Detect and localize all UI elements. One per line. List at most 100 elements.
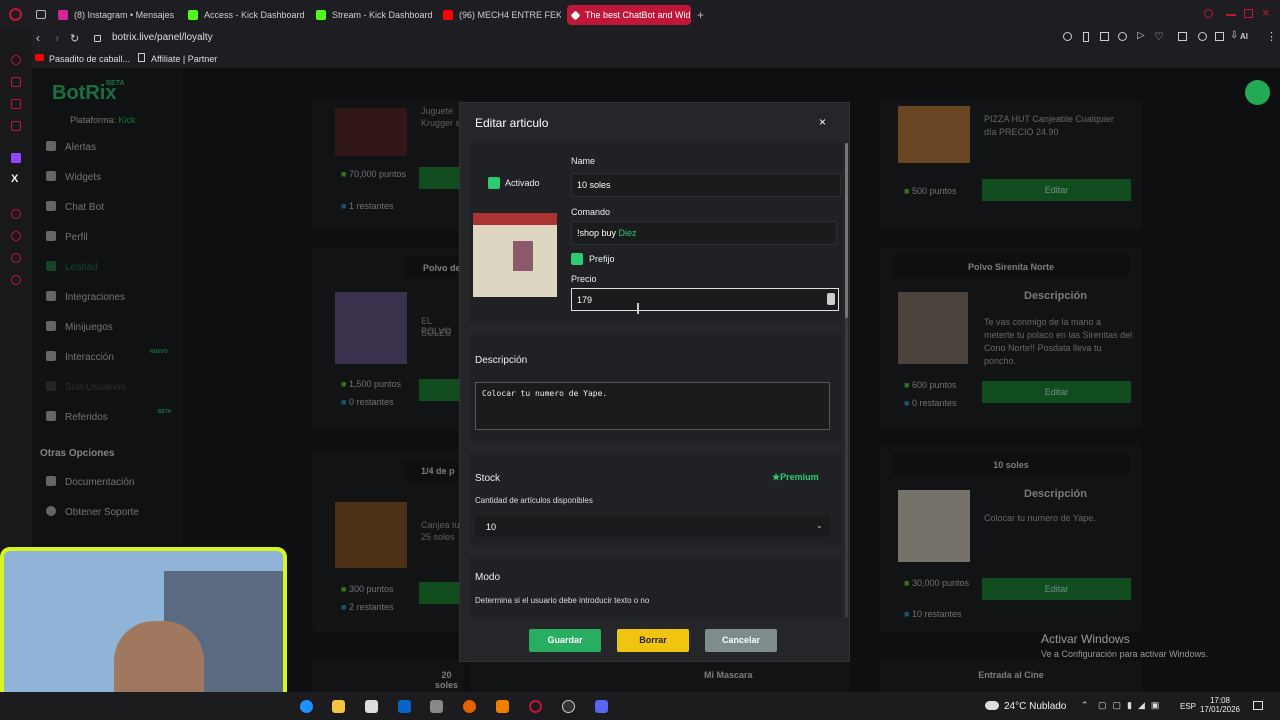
snapshot-icon[interactable]	[1100, 32, 1109, 41]
back-icon[interactable]: ‹	[36, 31, 40, 45]
vlc-icon[interactable]	[496, 700, 509, 713]
save-button[interactable]: Guardar	[529, 629, 601, 652]
adblock-icon[interactable]	[1118, 32, 1127, 41]
messenger-icon[interactable]	[11, 99, 21, 109]
chevron-down-icon: ⌄	[816, 521, 823, 530]
stock-hint: Cantidad de artículos disponibles	[475, 496, 593, 505]
store-icon[interactable]	[365, 700, 378, 713]
discord-icon[interactable]	[595, 700, 608, 713]
screenshot-icon[interactable]	[1215, 32, 1224, 41]
activado-checkbox[interactable]	[488, 177, 500, 189]
bookmark-sidebar-icon[interactable]	[11, 253, 21, 263]
minimize-button[interactable]	[1226, 14, 1236, 16]
kick-icon	[316, 10, 326, 20]
windows-taskbar: 24°C Nublado ⌃ ▢▢▮◢▣ ESP 17:08 17/01/202…	[0, 692, 1280, 720]
clock[interactable]: 17:08 17/01/2026	[1198, 696, 1242, 714]
zoom-icon[interactable]	[1063, 32, 1072, 41]
share-icon[interactable]	[1198, 32, 1207, 41]
download-icon[interactable]: ⇩	[1230, 30, 1238, 41]
delete-button[interactable]: Borrar	[617, 629, 689, 652]
bookmark-affiliate[interactable]: Affiliate | Partner	[151, 54, 217, 64]
bookmarks-bar: Pasadito de caball... Affiliate | Partne…	[0, 50, 1280, 68]
modal-scrollbar-thumb[interactable]	[845, 143, 848, 318]
name-input[interactable]: 10 soles	[571, 173, 841, 197]
address-bar-row: ‹ › ↻ botrix.live/panel/loyalty ▷ ♡ ⇩ AI…	[0, 29, 1280, 50]
modo-hint: Determina si el usuario debe introducir …	[475, 596, 650, 605]
outlook-icon[interactable]	[398, 700, 411, 713]
aria-icon[interactable]	[11, 77, 21, 87]
number-stepper-icon[interactable]	[827, 293, 835, 305]
youtube-icon	[443, 10, 453, 20]
bookmark-pasadito[interactable]: Pasadito de caball...	[49, 54, 130, 64]
lock-icon	[94, 35, 101, 42]
weather-icon	[985, 701, 999, 710]
tray-chevron-icon[interactable]: ⌃	[1081, 700, 1089, 711]
stock-select[interactable]: 10	[475, 515, 830, 537]
prefijo-checkbox[interactable]	[571, 253, 583, 265]
modal-title: Editar articulo	[475, 116, 549, 130]
comando-label: Comando	[571, 207, 611, 217]
workspace-icon[interactable]	[36, 10, 46, 19]
premium-badge[interactable]: ★Premium	[772, 472, 819, 483]
player-icon[interactable]	[11, 209, 21, 219]
pin-icon[interactable]	[1083, 32, 1089, 42]
kick-icon	[188, 10, 198, 20]
instagram-icon	[58, 10, 68, 20]
tab-botrix[interactable]: The best ChatBot and Wid	[567, 5, 691, 25]
stock-label: Stock	[475, 473, 501, 484]
user-avatar[interactable]	[1245, 80, 1270, 105]
url-field[interactable]: botrix.live/panel/loyalty	[112, 32, 213, 43]
bookmark-youtube-icon	[35, 54, 44, 61]
mode-section	[469, 557, 842, 617]
tab-youtube[interactable]: (96) MECH4 ENTRE FEKA	[441, 5, 561, 25]
language-indicator[interactable]: ESP	[1180, 702, 1196, 711]
obs-icon[interactable]	[562, 700, 575, 713]
x-twitter-icon[interactable]: X	[11, 173, 18, 185]
precio-label: Precio	[571, 274, 597, 284]
browser-tab-bar: (8) Instagram • Mensajes Access - Kick D…	[0, 0, 1280, 29]
twitch-icon[interactable]	[11, 153, 21, 163]
cancel-button[interactable]: Cancelar	[705, 629, 777, 652]
bookmark-doc-icon	[138, 53, 145, 62]
banknote-image	[473, 213, 557, 225]
botrix-tab-icon	[570, 10, 581, 21]
opera-icon[interactable]	[11, 55, 21, 65]
tab-stream-kick[interactable]: Stream - Kick Dashboard	[314, 5, 434, 25]
name-label: Name	[571, 156, 596, 166]
descripcion-textarea[interactable]: Colocar tu numero de Yape.	[475, 382, 830, 430]
descripcion-label: Descripción	[475, 355, 528, 366]
search-tabs-icon[interactable]	[1204, 9, 1213, 18]
forward-icon[interactable]: ›	[55, 31, 59, 45]
music-icon[interactable]	[11, 121, 21, 131]
heart-icon[interactable]: ♡	[1154, 30, 1164, 43]
item-image[interactable]	[473, 213, 557, 297]
extensions-icon[interactable]	[1178, 32, 1187, 41]
app-icon[interactable]	[430, 700, 443, 713]
tray-icons[interactable]: ▢▢▮◢▣	[1098, 700, 1165, 711]
maximize-button[interactable]	[1244, 9, 1253, 18]
menu-icon[interactable]: ⋮	[1266, 30, 1277, 43]
play-icon[interactable]: ▷	[1137, 30, 1145, 41]
settings-icon[interactable]	[11, 275, 21, 285]
notification-icon[interactable]	[1253, 701, 1263, 710]
file-explorer-icon[interactable]	[332, 700, 345, 713]
precio-input[interactable]: 179	[571, 288, 839, 311]
reload-icon[interactable]: ↻	[70, 32, 79, 45]
text-cursor-icon	[637, 303, 639, 314]
new-tab-button[interactable]: +	[697, 8, 704, 22]
weather-text[interactable]: 24°C Nublado	[1004, 701, 1066, 712]
activado-label: Activado	[505, 178, 540, 188]
history-icon[interactable]	[11, 231, 21, 241]
firefox-icon[interactable]	[463, 700, 476, 713]
tab-access-kick[interactable]: Access - Kick Dashboard	[186, 5, 306, 25]
edge-icon[interactable]	[300, 700, 313, 713]
tab-instagram[interactable]: (8) Instagram • Mensajes	[56, 5, 181, 25]
star-icon: ★	[772, 472, 781, 482]
close-window-button[interactable]: ×	[1262, 5, 1270, 20]
prefijo-label: Prefijo	[589, 254, 615, 264]
close-icon[interactable]: ×	[819, 115, 826, 129]
comando-input[interactable]: !shop buy Diez	[571, 221, 837, 245]
opera-taskbar-icon[interactable]	[529, 700, 542, 713]
opera-logo-icon[interactable]	[9, 8, 22, 21]
ai-icon[interactable]: AI	[1240, 32, 1248, 41]
